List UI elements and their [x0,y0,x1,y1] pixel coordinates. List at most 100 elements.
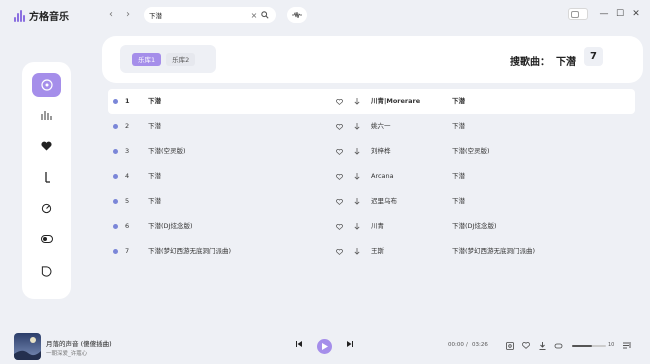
now-playing-artist[interactable]: 一朝深爱_许蔻心 [46,349,87,357]
row-dot [113,249,118,254]
loop-button[interactable] [554,341,563,350]
download-arrow-icon[interactable] [354,164,362,189]
search-box: × [144,7,276,23]
song-artist[interactable]: 姚六一 [371,114,391,139]
sidebar-item-about[interactable] [32,259,61,283]
table-row[interactable]: 4 下潜 Arcana 下潜 [108,164,635,189]
search-icon[interactable] [259,9,271,21]
clear-search-icon[interactable]: × [249,11,259,20]
song-title: 下潜 [148,172,161,180]
song-artist[interactable]: 迟里乌布 [371,189,397,214]
sidebar-item-settings[interactable] [32,227,61,251]
download-button[interactable] [538,341,547,350]
forward-button[interactable]: › [122,9,134,21]
song-title: 下潜 [148,122,161,130]
song-album[interactable]: 下潜(梦幻西游无底洞门派曲) [452,239,535,264]
song-title: 下潜(空灵版) [148,147,186,155]
now-playing-title[interactable]: 月落的声音 (傻傻插曲) [46,338,112,348]
download-arrow-icon[interactable] [354,114,362,139]
title-bar: 方格音乐 ‹ › × — ☐ ✕ [0,0,650,30]
song-album[interactable]: 下潜 [452,114,465,139]
library-tabs: 乐库1 乐库2 [120,45,216,73]
song-artist[interactable]: 川青 [371,214,384,239]
sidebar-item-charts[interactable] [32,103,61,127]
theme-toggle[interactable] [568,8,588,20]
song-artist[interactable]: Arcana [371,164,394,189]
heart-icon [41,141,52,151]
lyrics-button[interactable] [505,341,514,350]
song-album[interactable]: 下潜 [452,89,465,114]
like-heart-icon[interactable] [336,189,344,214]
search-result-title: 搜歌曲： 下潜 [510,53,576,68]
maximize-button[interactable]: ☐ [614,8,626,20]
song-title: 下潜(DJ炫念版) [148,222,193,230]
song-album[interactable]: 下潜 [452,164,465,189]
tab-library-2-label: 乐库2 [172,56,190,64]
playlist-button[interactable] [622,341,631,350]
lyrics-icon [505,341,514,350]
sidebar-item-downloads[interactable] [32,165,61,189]
song-index: 7 [125,247,130,255]
row-dot [113,174,118,179]
row-dot [113,199,118,204]
play-button[interactable] [317,339,332,354]
previous-button[interactable] [296,341,302,349]
song-artist[interactable]: 王斯 [371,239,384,264]
search-result-query: 下潜 [556,57,576,68]
search-input[interactable] [149,11,249,19]
table-row[interactable]: 7 下潜(梦幻西游无底洞门派曲) 王斯 下潜(梦幻西游无底洞门派曲) [108,239,635,264]
song-index: 5 [125,197,130,205]
sidebar-item-discover[interactable] [32,73,61,97]
like-heart-icon[interactable] [336,239,344,264]
song-index: 2 [125,122,130,130]
sidebar [22,62,71,299]
table-row[interactable]: 5 下潜 迟里乌布 下潜 [108,189,635,214]
song-artist[interactable]: 刘梓桦 [371,139,391,164]
search-header: 乐库1 乐库2 搜歌曲： 下潜 7 [102,36,643,83]
back-button[interactable]: ‹ [105,9,117,21]
like-heart-icon[interactable] [336,214,344,239]
table-row[interactable]: 6 下潜(DJ炫念版) 川青 下潜(DJ炫念版) [108,214,635,239]
download-arrow-icon[interactable] [354,189,362,214]
song-title: 下潜 [148,197,161,205]
like-heart-icon[interactable] [336,114,344,139]
search-result-label: 搜歌曲： [510,57,550,68]
like-heart-icon[interactable] [336,139,344,164]
table-row[interactable]: 1 下潜 川青|Morerare 下潜 [108,89,635,114]
tab-library-2[interactable]: 乐库2 [166,52,196,66]
table-row[interactable]: 2 下潜 姚六一 下潜 [108,114,635,139]
result-count-badge: 7 [584,47,603,66]
sidebar-item-favorites[interactable] [32,134,61,158]
minimize-button[interactable]: — [598,8,610,20]
play-icon [321,343,328,350]
download-arrow-icon[interactable] [354,214,362,239]
sidebar-item-recent[interactable] [32,196,61,220]
voice-search-button[interactable] [287,7,307,23]
like-button[interactable] [521,341,530,350]
current-time: 00:00 [448,342,464,348]
song-album[interactable]: 下潜(DJ炫念版) [452,214,497,239]
theme-toggle-knob [571,10,579,18]
volume-slider[interactable] [572,345,606,347]
song-index: 1 [125,97,130,105]
row-dot [113,99,118,104]
table-row[interactable]: 3 下潜(空灵版) 刘梓桦 下潜(空灵版) [108,139,635,164]
download-arrow-icon[interactable] [354,89,362,114]
song-album[interactable]: 下潜(空灵版) [452,139,490,164]
download-arrow-icon[interactable] [354,239,362,264]
row-dot [113,149,118,154]
tab-library-1-label: 乐库1 [138,56,156,64]
song-artist[interactable]: 川青|Morerare [371,89,420,114]
compass-icon [41,203,52,213]
song-album[interactable]: 下潜 [452,189,465,214]
close-button[interactable]: ✕ [630,8,642,20]
download-arrow-icon[interactable] [354,139,362,164]
like-heart-icon[interactable] [336,89,344,114]
album-cover[interactable] [14,333,41,360]
like-heart-icon[interactable] [336,164,344,189]
next-icon [347,341,353,347]
tab-library-1[interactable]: 乐库1 [132,52,162,66]
download-icon [44,171,50,183]
song-title: 下潜(梦幻西游无底洞门派曲) [148,247,232,255]
next-button[interactable] [347,341,353,349]
